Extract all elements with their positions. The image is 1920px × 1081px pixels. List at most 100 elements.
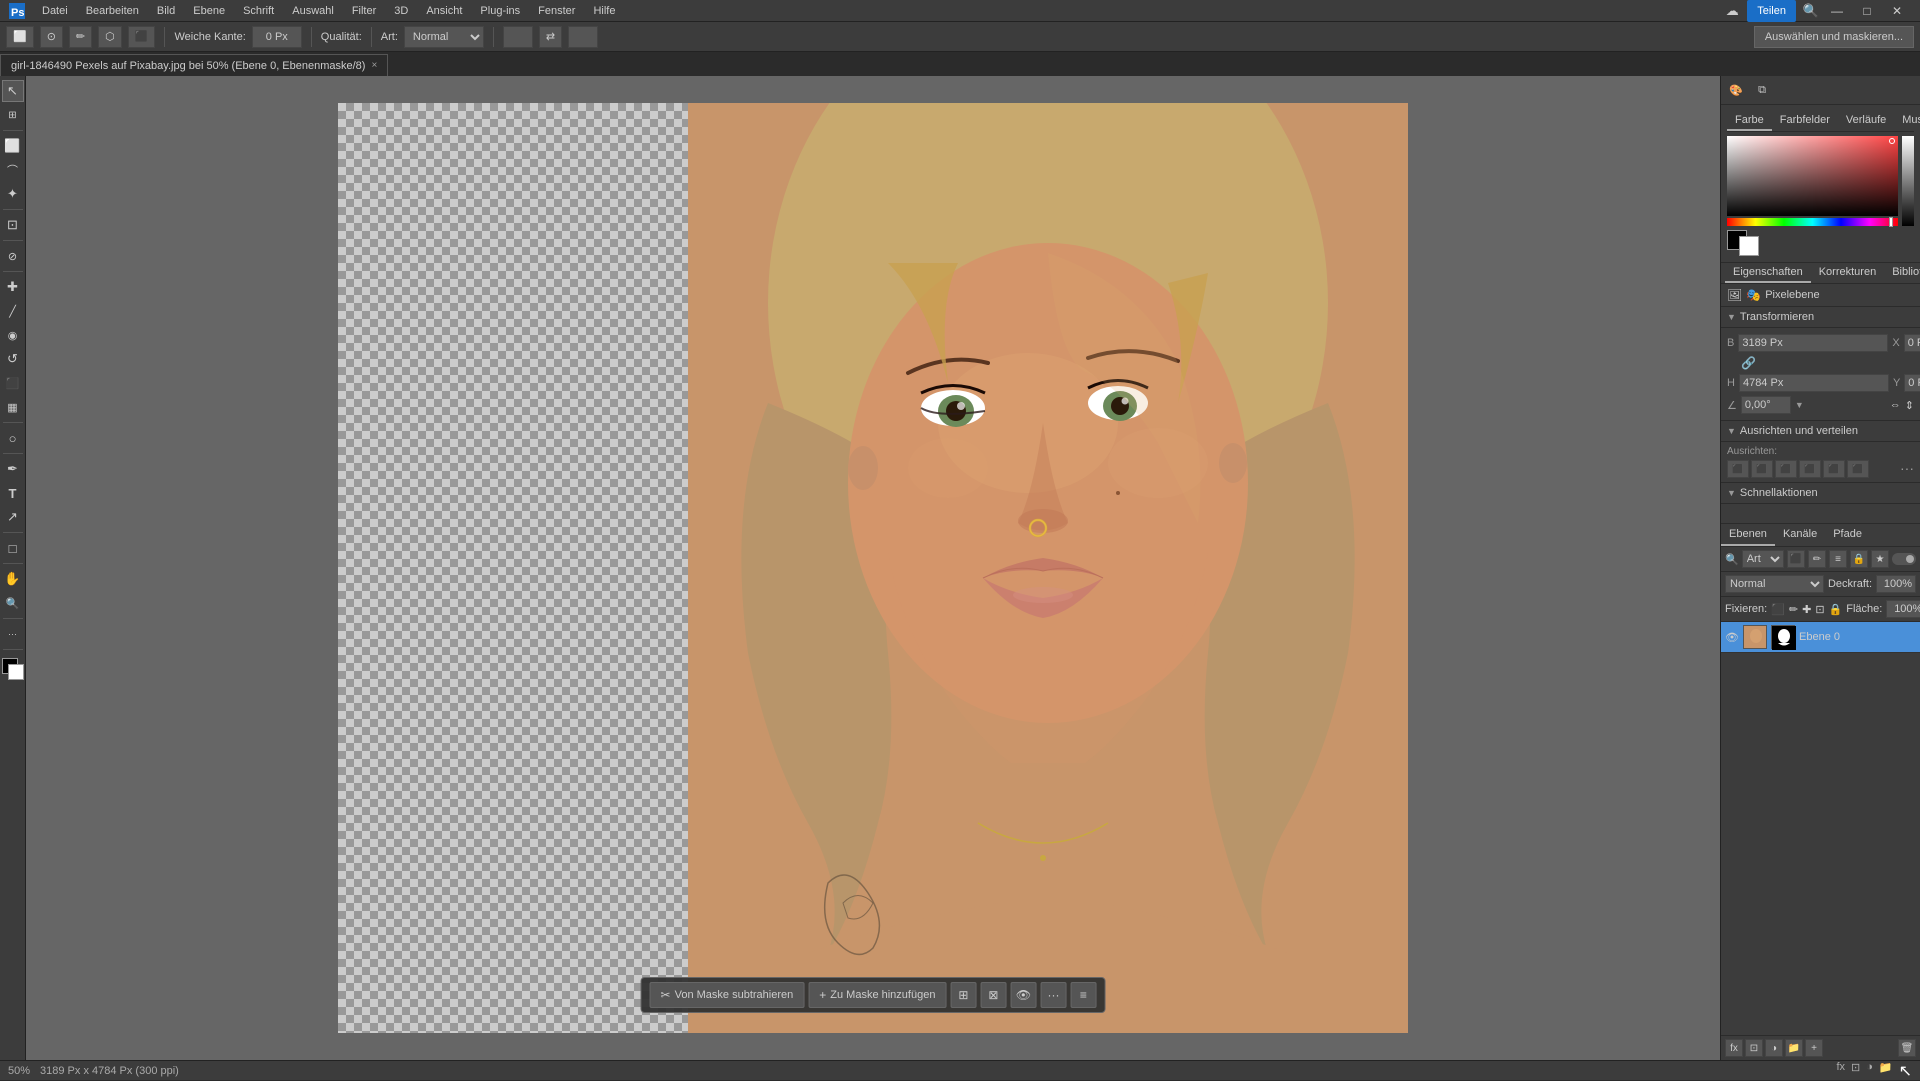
flow-input[interactable] [568,26,598,48]
add-layer-button[interactable]: + [1805,1039,1823,1057]
history-brush-tool[interactable]: ↺ [2,348,24,370]
tool-option-rect[interactable]: ⬜ [6,26,34,48]
align-bottom-button[interactable]: ⬛ [1847,460,1869,478]
gradients-tab[interactable]: Verläufe [1838,111,1894,131]
dodge-tool[interactable]: ○ [2,427,24,449]
align-right-button[interactable]: ⬛ [1775,460,1797,478]
background-swatch[interactable] [1739,236,1759,256]
align-header[interactable]: ▼ Ausrichten und verteilen [1721,421,1920,442]
hand-tool[interactable]: ✋ [2,568,24,590]
layer-filter-btn-5[interactable]: ★ [1871,550,1889,568]
width-input[interactable] [1738,334,1888,352]
add-adjustment-button[interactable]: ◑ [1765,1039,1783,1057]
swatches-tab[interactable]: Farbfelder [1772,111,1838,131]
share-button[interactable]: Teilen [1747,0,1796,22]
align-center-h-button[interactable]: ⬛ [1751,460,1773,478]
menu-ebene[interactable]: Ebene [185,3,233,19]
settings-button[interactable]: ≡ [1070,982,1096,1008]
minimize-button[interactable]: — [1822,0,1852,22]
flip-v-icon[interactable]: ⇕ [1905,399,1914,412]
color-tab[interactable]: Farbe [1727,111,1772,131]
layer-filter-btn-2[interactable]: ✏ [1808,550,1826,568]
delete-layer-button[interactable]: 🗑 [1898,1039,1916,1057]
opacity-input[interactable] [1876,575,1916,593]
add-to-mask-button[interactable]: + Zu Maske hinzufügen [808,982,946,1008]
select-mask-button[interactable]: Auswählen und maskieren... [1754,26,1914,48]
align-top-button[interactable]: ⬛ [1799,460,1821,478]
zoom-tool[interactable]: 🔍 [2,592,24,614]
lock-pixels-button[interactable]: ✏ [1789,600,1798,618]
status-icon-2[interactable]: ⊡ [1851,1061,1860,1081]
angle-input[interactable] [1741,396,1791,414]
menu-plugins[interactable]: Plug-ins [472,3,528,19]
status-icon-1[interactable]: fx [1836,1061,1845,1081]
lock-artboard-button[interactable]: ⊡ [1815,600,1824,618]
tool-option-circle[interactable]: ⊙ [40,26,63,48]
tab-close-button[interactable]: × [371,60,377,71]
add-style-button[interactable]: fx [1725,1039,1743,1057]
status-icon-3[interactable]: ◑ [1866,1061,1873,1081]
menu-ansicht[interactable]: Ansicht [418,3,470,19]
canvas-area[interactable]: ✂ Von Maske subtrahieren + Zu Maske hinz… [26,76,1720,1060]
layer-item-0[interactable]: 👁 Ebene 0 [1721,622,1920,653]
eyedropper-tool[interactable]: ⊘ [2,245,24,267]
artboard-tool[interactable]: ⊞ [2,104,24,126]
properties-tab[interactable]: Eigenschaften [1725,263,1811,283]
align-center-v-button[interactable]: ⬛ [1823,460,1845,478]
y-input[interactable] [1904,374,1920,392]
tool-option-magic[interactable]: ⬡ [98,26,122,48]
menu-3d[interactable]: 3D [386,3,416,19]
align-left-button[interactable]: ⬛ [1727,460,1749,478]
status-icon-4[interactable]: 📁 [1879,1061,1893,1081]
angle-chevron[interactable]: ▼ [1795,400,1804,410]
paths-tab[interactable]: Pfade [1825,524,1870,546]
add-mask-button[interactable]: ⊡ [1745,1039,1763,1057]
extra-tools-button[interactable]: ··· [2,623,24,645]
blend-mode-select[interactable]: Normal [1725,575,1824,593]
opacity-input[interactable] [503,26,533,48]
quick-actions-header[interactable]: ▼ Schnellaktionen [1721,483,1920,504]
gradient-tool[interactable]: ▦ [2,396,24,418]
color-saturation-picker[interactable] [1727,136,1898,216]
pen-tool[interactable]: ✒ [2,458,24,480]
hue-slider[interactable] [1727,218,1898,226]
search-icon[interactable]: 🔍 [1800,0,1822,22]
tool-option-pen[interactable]: ✏ [69,26,92,48]
menu-bild[interactable]: Bild [149,3,183,19]
brush-tool[interactable]: ╱ [2,300,24,322]
lock-all-button[interactable]: 🔒 [1829,600,1843,618]
channels-tab[interactable]: Kanäle [1775,524,1825,546]
quick-select-tool[interactable]: ✦ [2,183,24,205]
maximize-button[interactable]: □ [1852,0,1882,22]
menu-hilfe[interactable]: Hilfe [585,3,623,19]
fill-input[interactable] [1886,600,1920,618]
stamp-tool[interactable]: ◉ [2,324,24,346]
color-brightness-slider[interactable] [1902,136,1914,226]
panel-icon-2[interactable]: ⧉ [1751,79,1773,101]
align-more-button[interactable]: ··· [1900,460,1914,478]
crop-tool[interactable]: ⊡ [2,214,24,236]
swap-icon[interactable]: ⇄ [539,26,562,48]
soft-edge-input[interactable] [252,26,302,48]
cloud-icon[interactable]: ☁ [1721,0,1743,22]
add-group-button[interactable]: 📁 [1785,1039,1803,1057]
menu-filter[interactable]: Filter [344,3,384,19]
menu-bearbeiten[interactable]: Bearbeiten [78,3,147,19]
lock-position-button[interactable]: ✚ [1802,600,1811,618]
shape-tool[interactable]: □ [2,537,24,559]
tool-option-arrow[interactable]: ⬛ [128,26,156,48]
mode-select[interactable]: Normal [404,26,484,48]
layer-visibility-toggle[interactable]: 👁 [1725,630,1739,644]
patterns-tab[interactable]: Muster [1894,111,1920,131]
subtract-from-mask-button[interactable]: ✂ Von Maske subtrahieren [650,982,805,1008]
layer-filter-btn-4[interactable]: 🔒 [1850,550,1868,568]
lasso-tool[interactable]: ⌒ [2,159,24,181]
x-input[interactable] [1904,334,1920,352]
filter-toggle[interactable] [1892,553,1916,565]
more-options-button[interactable]: ··· [1040,982,1066,1008]
menu-schrift[interactable]: Schrift [235,3,282,19]
rect-select-tool[interactable]: ⬜ [2,135,24,157]
corrections-tab[interactable]: Korrekturen [1811,263,1884,283]
invert-mask-icon-button[interactable]: ⊞ [950,982,976,1008]
path-select-tool[interactable]: ↗ [2,506,24,528]
